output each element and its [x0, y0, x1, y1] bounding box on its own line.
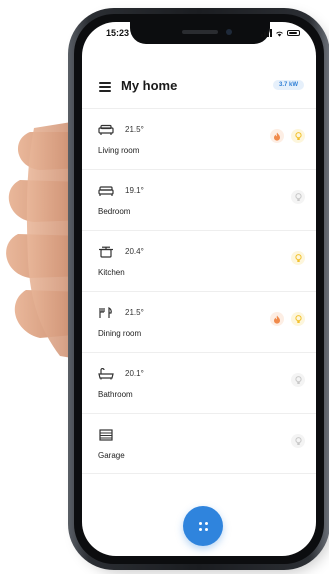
room-name: Dining room — [98, 329, 142, 338]
app-header: My home 3.7 kW — [82, 72, 316, 106]
room-temperature: 20.1° — [125, 369, 144, 378]
cooking-pot-icon — [99, 246, 113, 258]
light-bulb-icon[interactable] — [291, 129, 305, 143]
light-bulb-icon[interactable] — [291, 251, 305, 265]
room-temperature: 21.5° — [125, 125, 144, 134]
battery-icon — [287, 30, 300, 36]
signal-icon — [261, 29, 272, 37]
room-name: Living room — [98, 146, 140, 155]
room-temperature: 20.4° — [125, 247, 144, 256]
room-temperature: 21.5° — [125, 308, 144, 317]
light-bulb-icon[interactable] — [291, 190, 305, 204]
garage-icon — [99, 429, 113, 441]
notch — [130, 22, 270, 44]
room-temperature: 19.1° — [125, 186, 144, 195]
room-item-living-room[interactable]: 21.5° Living room — [82, 108, 316, 169]
front-camera — [226, 29, 232, 35]
phone-screen: 15:23 My home 3.7 kW 21.5° Living room 1… — [82, 22, 316, 556]
room-item-bedroom[interactable]: 19.1° Bedroom — [82, 169, 316, 230]
heating-flame-icon[interactable] — [270, 129, 284, 143]
light-bulb-icon[interactable] — [291, 373, 305, 387]
status-icons — [261, 29, 300, 37]
room-item-dining-room[interactable]: 21.5° Dining room — [82, 291, 316, 352]
scenes-fab-button[interactable] — [183, 506, 223, 546]
bathtub-icon — [98, 368, 114, 380]
wifi-icon — [276, 31, 283, 37]
page-title: My home — [121, 78, 178, 93]
energy-badge[interactable]: 3.7 kW — [272, 80, 304, 90]
light-bulb-icon[interactable] — [291, 434, 305, 448]
cutlery-icon — [99, 307, 112, 318]
room-name: Bathroom — [98, 390, 133, 399]
bed-icon — [98, 186, 114, 196]
grid-dots-icon — [198, 521, 208, 531]
light-bulb-icon[interactable] — [291, 312, 305, 326]
room-name: Bedroom — [98, 207, 131, 216]
heating-flame-icon[interactable] — [270, 312, 284, 326]
speaker — [182, 30, 218, 34]
menu-icon[interactable] — [99, 82, 111, 92]
room-item-bathroom[interactable]: 20.1° Bathroom — [82, 352, 316, 413]
room-name: Garage — [98, 451, 125, 460]
sofa-icon — [98, 124, 114, 135]
room-list: 21.5° Living room 19.1° Bedroom 20.4° Ki… — [82, 108, 316, 474]
phone-frame: 15:23 My home 3.7 kW 21.5° Living room 1… — [68, 8, 329, 570]
room-item-garage[interactable]: Garage — [82, 413, 316, 474]
status-time: 15:23 — [106, 28, 130, 38]
room-item-kitchen[interactable]: 20.4° Kitchen — [82, 230, 316, 291]
room-name: Kitchen — [98, 268, 125, 277]
phone-bezel: 15:23 My home 3.7 kW 21.5° Living room 1… — [74, 14, 324, 564]
